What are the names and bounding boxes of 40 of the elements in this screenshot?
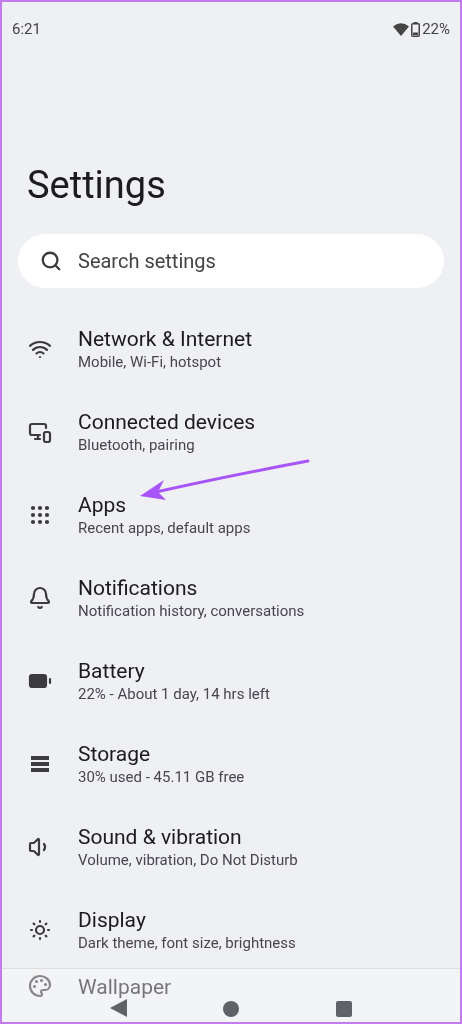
brightness-icon — [28, 917, 52, 942]
page-title: Settings — [27, 162, 167, 208]
palette-icon — [28, 974, 52, 998]
settings-item[interactable]: Apps Recent apps, default apps — [2, 473, 460, 556]
settings-item[interactable]: Wallpaper — [2, 971, 460, 1022]
item-title: Battery — [78, 657, 146, 684]
settings-item[interactable]: Notifications Notification history, conversations — [2, 556, 460, 639]
item-title: Notifications — [78, 574, 199, 601]
item-title: Connected devices — [78, 408, 256, 435]
item-subtitle: Notification history, conversations — [78, 600, 305, 621]
item-subtitle: Volume, vibration, Do Not Disturb — [78, 849, 298, 870]
settings-item[interactable]: Connected devices Bluetooth, pairing — [2, 390, 460, 473]
item-title: Network & Internet — [78, 325, 253, 352]
item-subtitle: Mobile, Wi-Fi, hotspot — [78, 351, 223, 372]
recents-icon[interactable] — [335, 1001, 352, 1017]
item-subtitle: Dark theme, font size, brightness — [78, 932, 296, 953]
status-time: 6:21 — [12, 18, 41, 40]
item-subtitle: Bluetooth, pairing — [78, 434, 196, 455]
settings-item[interactable]: Battery 22% - About 1 day, 14 hrs left — [2, 639, 460, 722]
settings-item[interactable]: Storage 30% used - 45.11 GB free — [2, 722, 460, 805]
item-title: Storage — [78, 740, 152, 767]
battery-percent: 22% — [422, 18, 450, 40]
search-field[interactable]: Search settings — [18, 234, 444, 288]
item-title: Sound & vibration — [78, 823, 243, 850]
back-icon[interactable] — [110, 999, 128, 1017]
search-input[interactable]: Search settings — [78, 246, 444, 276]
item-subtitle: 30% used - 45.11 GB free — [78, 766, 245, 787]
settings-item[interactable]: Display Dark theme, font size, brightness — [2, 888, 460, 971]
wifi-icon — [393, 22, 410, 36]
item-subtitle: 22% - About 1 day, 14 hrs left — [78, 683, 270, 704]
settings-item[interactable]: Network & Internet Mobile, Wi-Fi, hotspot — [2, 307, 460, 390]
search-icon — [40, 250, 62, 272]
bell-icon — [28, 585, 52, 610]
home-icon[interactable] — [223, 1001, 240, 1017]
item-title: Apps — [78, 491, 128, 518]
settings-item[interactable]: Sound & vibration Volume, vibration, Do Not Disturb — [2, 805, 460, 888]
item-title: Display — [78, 906, 147, 933]
item-subtitle: Recent apps, default apps — [78, 517, 251, 538]
battery-icon — [411, 21, 421, 37]
item-title: Wallpaper — [78, 974, 172, 1000]
